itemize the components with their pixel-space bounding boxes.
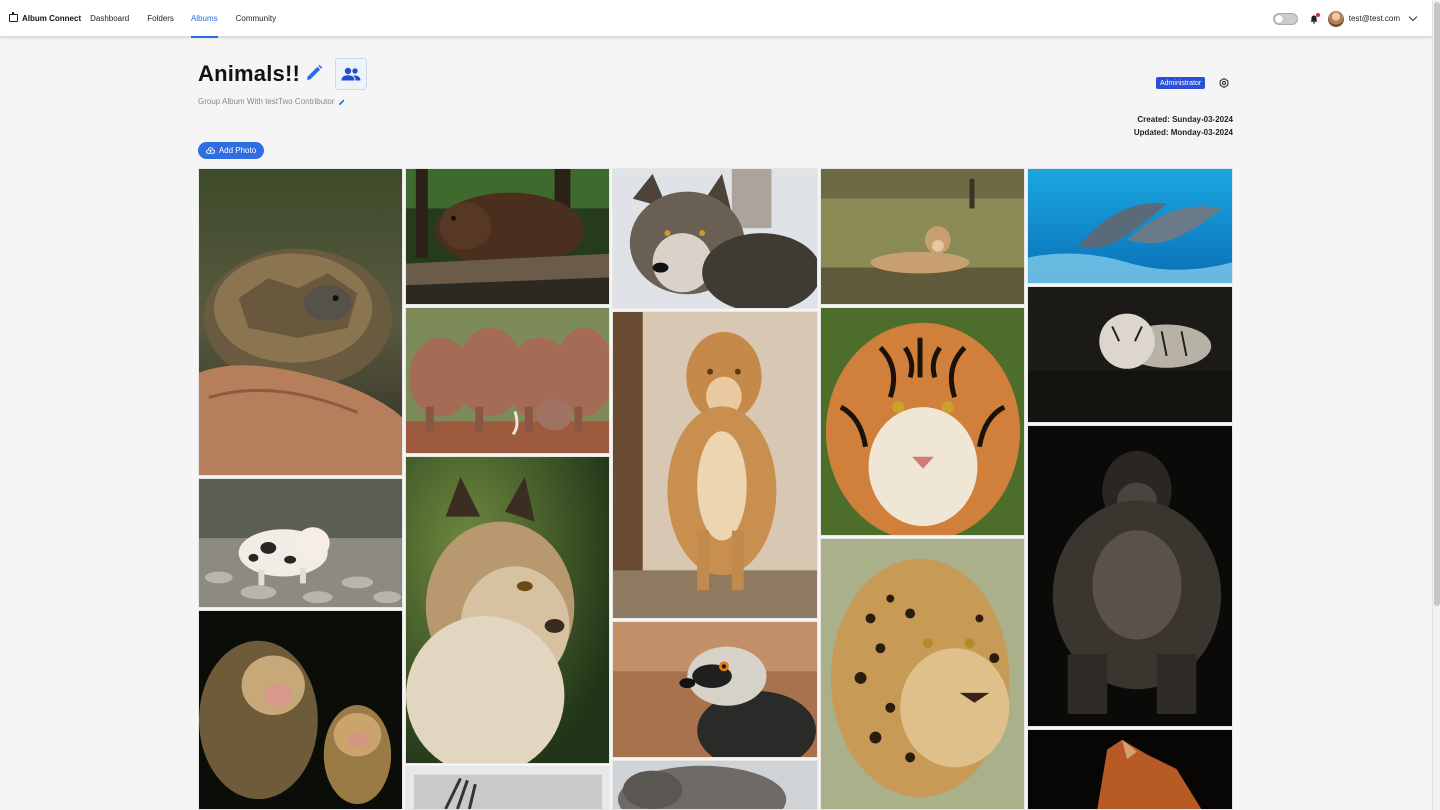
add-photo-button[interactable]: Add Photo [198,142,264,159]
page-scrollbar[interactable] [1432,0,1440,810]
notification-dot [1315,12,1320,17]
photo-lioness-lying[interactable] [820,168,1025,305]
photo-piglet[interactable] [198,478,403,608]
edit-description-icon[interactable] [338,98,346,106]
group-icon [341,67,361,81]
avatar[interactable] [1327,10,1344,27]
nav-link-community[interactable]: Community [236,0,276,37]
photo-zebra[interactable] [405,766,610,810]
edit-pencil-icon[interactable] [304,63,324,83]
members-button[interactable] [335,58,368,90]
photo-lioness-standing[interactable] [612,311,818,619]
chevron-down-icon[interactable] [1408,12,1418,22]
photo-dolphins[interactable] [1027,168,1233,284]
photo-bear[interactable] [405,168,610,305]
nav-link-folders[interactable]: Folders [147,0,174,37]
theme-toggle[interactable] [1272,12,1298,25]
updated-date: Updated: Monday-03-2024 [1133,127,1233,137]
nav-link-albums[interactable]: Albums [190,0,218,38]
album-subtitle: Group Album With testTwo Contributor [198,97,346,106]
photo-tortoise[interactable] [198,168,403,476]
photo-elephants[interactable] [405,307,610,454]
nav-right-group: test@test.com [1272,0,1418,37]
role-badge: Administrator [1156,77,1206,89]
photo-white-tiger[interactable] [1027,286,1233,423]
photo-lynx[interactable] [405,456,610,764]
notification-button[interactable] [1310,12,1320,24]
add-photo-label: Add Photo [218,146,257,155]
album-title: Animals!! [198,61,301,86]
brand[interactable]: Album Connect [9,12,82,23]
user-email[interactable]: test@test.com [1349,14,1400,23]
scrollbar-thumb[interactable] [1434,2,1440,606]
album-book-icon [9,12,18,22]
brand-name: Album Connect [22,13,82,23]
gear-icon[interactable] [1219,78,1229,88]
photo-horse[interactable] [1027,729,1233,810]
top-navbar: Album Connect Dashboard Folders Albums C… [0,0,1432,38]
upload-cloud-icon [205,147,215,154]
nav-link-dashboard[interactable]: Dashboard [90,0,129,37]
photo-gorilla[interactable] [1027,425,1233,727]
photo-leopard[interactable] [820,538,1025,810]
album-description: Group Album With testTwo Contributor [198,97,335,106]
album-header: Animals!! [198,58,368,90]
photo-wolf[interactable] [612,168,818,309]
photo-elephant[interactable] [612,760,818,810]
photo-tiger[interactable] [820,307,1025,536]
photo-lemur[interactable] [612,621,818,758]
created-date: Created: Sunday-03-2024 [1137,115,1233,124]
photo-monkeys[interactable] [198,610,403,810]
album-dates: Created: Sunday-03-2024 Updated: Monday-… [1134,114,1233,139]
